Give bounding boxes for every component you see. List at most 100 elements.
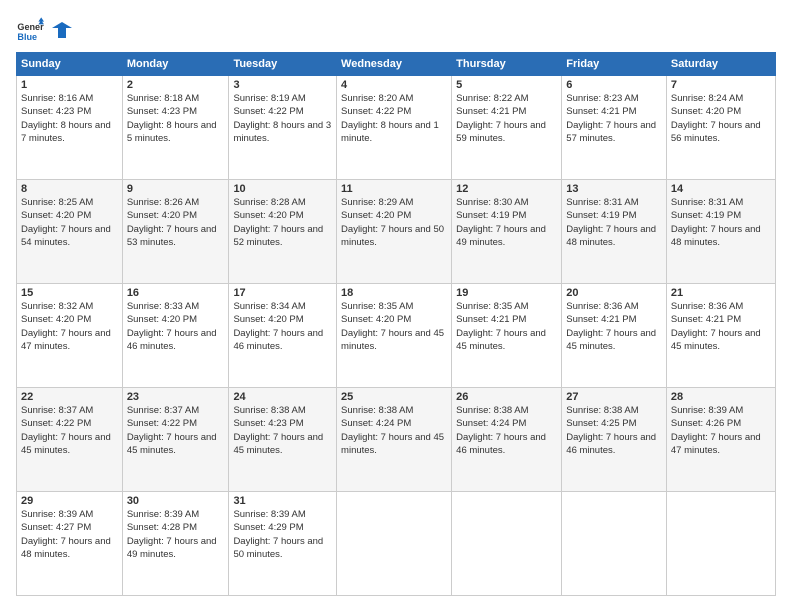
sunset-label: Sunset: 4:21 PM: [566, 106, 636, 117]
sunrise-label: Sunrise: 8:39 AM: [671, 405, 743, 416]
sunrise-label: Sunrise: 8:26 AM: [127, 197, 199, 208]
sunset-label: Sunset: 4:23 PM: [21, 106, 91, 117]
daylight-label: Daylight: 7 hours and 45 minutes.: [341, 432, 444, 456]
logo: General Blue: [16, 16, 72, 44]
sunset-label: Sunset: 4:20 PM: [127, 314, 197, 325]
daylight-label: Daylight: 7 hours and 45 minutes.: [566, 328, 656, 352]
sunrise-label: Sunrise: 8:25 AM: [21, 197, 93, 208]
week-row-1: 1Sunrise: 8:16 AMSunset: 4:23 PMDaylight…: [17, 76, 776, 180]
daylight-label: Daylight: 7 hours and 52 minutes.: [233, 224, 323, 248]
week-row-2: 8 Sunrise: 8:25 AM Sunset: 4:20 PM Daylight…: [17, 180, 776, 284]
sunrise-label: Sunrise: 8:31 AM: [671, 197, 743, 208]
table-row: 19Sunrise: 8:35 AMSunset: 4:21 PMDayligh…: [452, 284, 562, 388]
cell-content: Sunrise: 8:39 AMSunset: 4:28 PMDaylight:…: [127, 508, 225, 561]
sunset-label: Sunset: 4:22 PM: [21, 418, 91, 429]
sunrise-label: Sunrise: 8:38 AM: [233, 405, 305, 416]
sunrise-label: Sunrise: 8:34 AM: [233, 301, 305, 312]
sunrise-label: Sunrise: 8:33 AM: [127, 301, 199, 312]
sunrise-label: Sunrise: 8:37 AM: [21, 405, 93, 416]
cell-content: Sunrise: 8:24 AMSunset: 4:20 PMDaylight:…: [671, 92, 771, 145]
table-row: 7Sunrise: 8:24 AMSunset: 4:20 PMDaylight…: [666, 76, 775, 180]
table-row: 2Sunrise: 8:18 AMSunset: 4:23 PMDaylight…: [122, 76, 229, 180]
day-number: 30: [127, 495, 225, 507]
sunset-label: Sunset: 4:22 PM: [341, 106, 411, 117]
daylight-label: Daylight: 7 hours and 57 minutes.: [566, 120, 656, 144]
sunrise-label: Sunrise: 8:39 AM: [21, 509, 93, 520]
cell-content: Sunrise: 8:29 AMSunset: 4:20 PMDaylight:…: [341, 196, 447, 249]
day-number: 2: [127, 79, 225, 91]
table-row: 25Sunrise: 8:38 AMSunset: 4:24 PMDayligh…: [337, 388, 452, 492]
table-row: 3Sunrise: 8:19 AMSunset: 4:22 PMDaylight…: [229, 76, 337, 180]
week-row-3: 15Sunrise: 8:32 AMSunset: 4:20 PMDayligh…: [17, 284, 776, 388]
day-number: 8: [21, 183, 118, 195]
table-row: 12Sunrise: 8:30 AMSunset: 4:19 PMDayligh…: [452, 180, 562, 284]
table-row: 1Sunrise: 8:16 AMSunset: 4:23 PMDaylight…: [17, 76, 123, 180]
day-number: 11: [341, 183, 447, 195]
sunset-label: Sunset: 4:22 PM: [233, 106, 303, 117]
sunrise-label: Sunrise: 8:37 AM: [127, 405, 199, 416]
cell-content: Sunrise: 8:36 AM Sunset: 4:21 PM Daylight:…: [566, 300, 662, 353]
daylight-label: Daylight: 7 hours and 54 minutes.: [21, 224, 111, 248]
sunset-label: Sunset: 4:23 PM: [127, 106, 197, 117]
cell-content: Sunrise: 8:30 AMSunset: 4:19 PMDaylight:…: [456, 196, 557, 249]
table-row: 24Sunrise: 8:38 AMSunset: 4:23 PMDayligh…: [229, 388, 337, 492]
col-wednesday: Wednesday: [337, 53, 452, 76]
day-number: 13: [566, 183, 662, 195]
page: General Blue Sunday Monday Tuesday: [0, 0, 792, 612]
sunrise-label: Sunrise: 8:36 AM: [566, 301, 638, 312]
day-number: 6: [566, 79, 662, 91]
cell-content: Sunrise: 8:22 AMSunset: 4:21 PMDaylight:…: [456, 92, 557, 145]
sunrise-label: Sunrise: 8:38 AM: [566, 405, 638, 416]
table-row: [452, 492, 562, 596]
daylight-label: Daylight: 7 hours and 45 minutes.: [21, 432, 111, 456]
logo-bird-icon: [52, 20, 72, 40]
daylight-label: Daylight: 8 hours and 3 minutes.: [233, 120, 331, 144]
sunset-label: Sunset: 4:20 PM: [21, 314, 91, 325]
cell-content: Sunrise: 8:20 AMSunset: 4:22 PMDaylight:…: [341, 92, 447, 145]
day-number: 12: [456, 183, 557, 195]
cell-content: Sunrise: 8:38 AMSunset: 4:23 PMDaylight:…: [233, 404, 332, 457]
table-row: 5Sunrise: 8:22 AMSunset: 4:21 PMDaylight…: [452, 76, 562, 180]
sunset-label: Sunset: 4:21 PM: [566, 314, 636, 325]
sunset-label: Sunset: 4:28 PM: [127, 522, 197, 533]
day-number: 25: [341, 391, 447, 403]
day-number: 18: [341, 287, 447, 299]
table-row: 17Sunrise: 8:34 AMSunset: 4:20 PMDayligh…: [229, 284, 337, 388]
sunset-label: Sunset: 4:19 PM: [671, 210, 741, 221]
table-row: 13Sunrise: 8:31 AMSunset: 4:19 PMDayligh…: [562, 180, 667, 284]
table-row: 14Sunrise: 8:31 AMSunset: 4:19 PMDayligh…: [666, 180, 775, 284]
sunset-label: Sunset: 4:19 PM: [456, 210, 526, 221]
table-row: 8 Sunrise: 8:25 AM Sunset: 4:20 PM Daylight…: [17, 180, 123, 284]
day-number: 31: [233, 495, 332, 507]
sunrise-label: Sunrise: 8:18 AM: [127, 93, 199, 104]
day-number: 24: [233, 391, 332, 403]
table-row: [337, 492, 452, 596]
sunset-label: Sunset: 4:25 PM: [566, 418, 636, 429]
day-number: 28: [671, 391, 771, 403]
col-tuesday: Tuesday: [229, 53, 337, 76]
table-row: 27Sunrise: 8:38 AMSunset: 4:25 PMDayligh…: [562, 388, 667, 492]
day-number: 1: [21, 79, 118, 91]
daylight-label: Daylight: 7 hours and 50 minutes.: [341, 224, 444, 248]
day-number: 23: [127, 391, 225, 403]
sunrise-label: Sunrise: 8:39 AM: [233, 509, 305, 520]
daylight-label: Daylight: 7 hours and 46 minutes.: [127, 328, 217, 352]
day-number: 10: [233, 183, 332, 195]
daylight-label: Daylight: 7 hours and 45 minutes.: [233, 432, 323, 456]
table-row: 6Sunrise: 8:23 AMSunset: 4:21 PMDaylight…: [562, 76, 667, 180]
table-row: 16Sunrise: 8:33 AMSunset: 4:20 PMDayligh…: [122, 284, 229, 388]
day-number: 4: [341, 79, 447, 91]
sunset-label: Sunset: 4:20 PM: [21, 210, 91, 221]
sunset-label: Sunset: 4:22 PM: [127, 418, 197, 429]
cell-content: Sunrise: 8:39 AMSunset: 4:26 PMDaylight:…: [671, 404, 771, 457]
cell-content: Sunrise: 8:25 AM Sunset: 4:20 PM Daylight:…: [21, 196, 118, 249]
day-number: 14: [671, 183, 771, 195]
daylight-label: Daylight: 7 hours and 45 minutes.: [127, 432, 217, 456]
sunrise-label: Sunrise: 8:32 AM: [21, 301, 93, 312]
day-number: 5: [456, 79, 557, 91]
cell-content: Sunrise: 8:37 AM Sunset: 4:22 PM Daylight:…: [21, 404, 118, 457]
daylight-label: Daylight: 7 hours and 47 minutes.: [21, 328, 111, 352]
daylight-label: Daylight: 7 hours and 46 minutes.: [456, 432, 546, 456]
day-number: 17: [233, 287, 332, 299]
day-number: 9: [127, 183, 225, 195]
